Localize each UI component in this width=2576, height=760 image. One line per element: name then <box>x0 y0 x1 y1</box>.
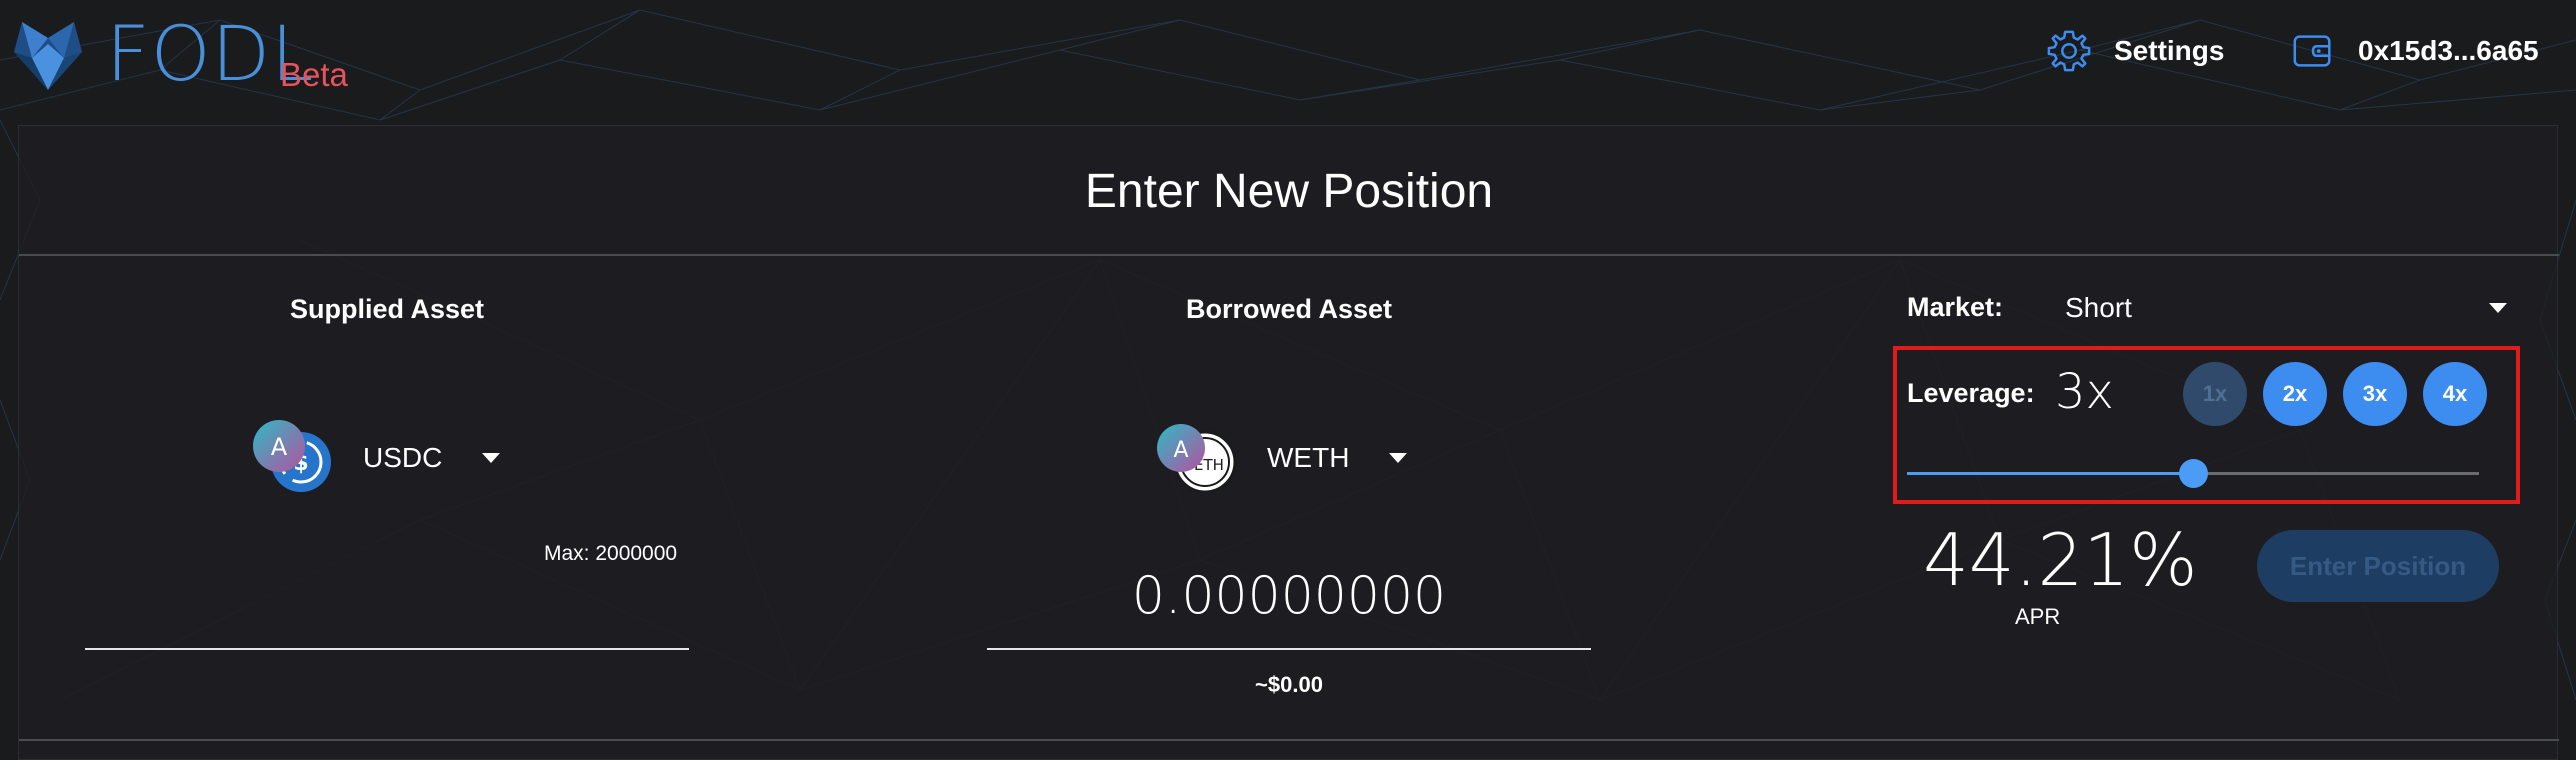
enter-position-button[interactable]: Enter Position <box>2257 530 2499 602</box>
supplied-asset-title: Supplied Asset <box>289 294 485 324</box>
borrowed-amount: 0.00000000 <box>1131 566 1447 626</box>
chevron-down-icon <box>482 453 501 463</box>
supplied-amount-input[interactable] <box>85 648 689 650</box>
settings-label: Settings <box>2114 35 2225 66</box>
page-title: Enter New Position <box>1084 165 1494 218</box>
chevron-down-icon <box>1389 453 1408 463</box>
top-header: FODL Beta Settings 0x15d3...6a65 <box>0 0 2576 100</box>
gear-icon <box>2047 30 2091 72</box>
market-label: Market: <box>1907 292 2004 322</box>
borrowed-asset-title: Borrowed Asset <box>1185 294 1393 324</box>
aave-usdc-token-icon: $ A <box>253 420 331 492</box>
market-value: Short <box>2065 292 2132 323</box>
divider <box>19 739 2559 741</box>
beta-badge: Beta <box>280 56 348 93</box>
chevron-down-icon <box>2489 303 2507 313</box>
leverage-slider-fill <box>1907 472 2193 475</box>
leverage-label: Leverage: <box>1907 378 2035 408</box>
supplied-asset-select[interactable]: $ A USDC <box>247 418 501 498</box>
svg-text:A: A <box>1173 438 1188 463</box>
settings-button[interactable]: Settings <box>2046 24 2224 78</box>
borrowed-asset-select[interactable]: ETH A WETH <box>1151 418 1408 498</box>
leverage-3x-button[interactable]: 3x <box>2343 362 2407 426</box>
leverage-slider[interactable] <box>1907 459 2479 488</box>
apr-value: 44.21% <box>1923 518 2198 602</box>
wallet-icon <box>2293 35 2331 67</box>
max-label[interactable]: Max: 2000000 <box>544 542 677 566</box>
wallet-button[interactable]: 0x15d3...6a65 <box>2290 24 2539 78</box>
supplied-asset-name: USDC <box>363 442 443 473</box>
borrowed-usd-value: ~$0.00 <box>1255 672 1323 697</box>
leverage-4x-button[interactable]: 4x <box>2423 362 2487 426</box>
borrowed-amount-underline <box>987 648 1591 650</box>
leverage-2x-button[interactable]: 2x <box>2263 362 2327 426</box>
leverage-1x-button[interactable]: 1x <box>2183 362 2247 426</box>
aave-weth-token-icon: ETH A <box>1157 424 1237 494</box>
leverage-slider-thumb[interactable] <box>2179 459 2208 488</box>
leverage-value: 3x <box>2055 364 2114 420</box>
market-select[interactable]: Short <box>2065 284 2515 332</box>
apr-label: APR <box>2015 604 2061 629</box>
enter-position-panel: Enter New Position Supplied Asset $ A US… <box>18 125 2559 760</box>
borrowed-asset-name: WETH <box>1267 442 1350 473</box>
svg-text:A: A <box>271 433 288 461</box>
divider <box>19 254 2559 256</box>
wallet-address: 0x15d3...6a65 <box>2358 35 2539 66</box>
fox-logo-icon[interactable] <box>8 14 88 94</box>
